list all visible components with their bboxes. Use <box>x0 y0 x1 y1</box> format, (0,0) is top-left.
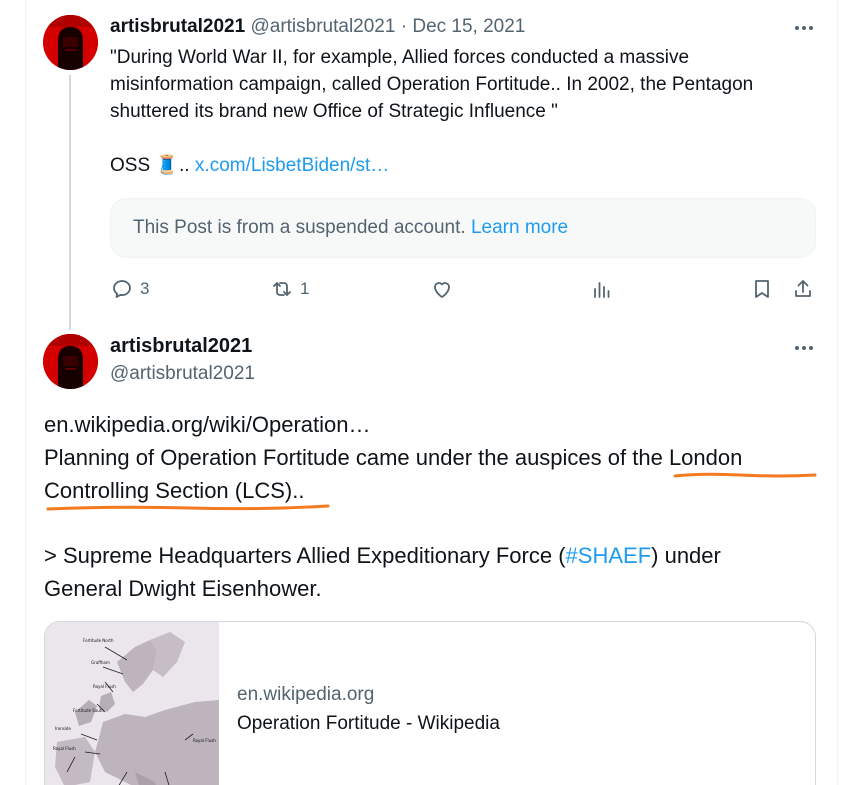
map-label: Royal Flush <box>93 684 116 689</box>
like-icon <box>434 282 450 298</box>
post1-header: artisbrutal2021 @artisbrutal2021 · Dec 1… <box>110 16 525 38</box>
link-preview-card[interactable]: Fortitude North Graffham Royal Flush For… <box>44 621 816 785</box>
map-label: Royal Flush <box>53 746 76 751</box>
post-date[interactable]: Dec 15, 2021 <box>412 16 525 37</box>
bookmark-icon <box>755 280 769 298</box>
learn-more-link[interactable]: Learn more <box>471 217 568 239</box>
timeline-border-right <box>837 0 838 785</box>
avatar-image <box>43 334 98 389</box>
share-button[interactable] <box>791 277 815 301</box>
reply-count: 3 <box>140 279 150 298</box>
map-thumbnail: Fortitude North Graffham Royal Flush For… <box>45 622 219 785</box>
repost-icon <box>273 282 291 296</box>
map-label: Fortitude South <box>73 708 104 713</box>
map-label: Royal Flush <box>193 738 216 743</box>
share-icon <box>795 280 811 297</box>
views-icon <box>594 282 610 298</box>
card-domain: en.wikipedia.org <box>237 684 375 705</box>
map-label: Ironside <box>55 726 71 731</box>
map-label: Graffham <box>91 660 110 665</box>
reply-icon <box>113 280 131 298</box>
handle[interactable]: @artisbrutal2021 <box>110 363 255 385</box>
separator: · <box>400 16 408 37</box>
display-name[interactable]: artisbrutal2021 <box>110 16 245 37</box>
thread-line <box>69 75 71 330</box>
avatar[interactable] <box>43 15 98 70</box>
europe-map-image: Fortitude North Graffham Royal Flush For… <box>45 622 219 785</box>
thread-emoji-icon: 🧵 <box>155 155 180 176</box>
suspended-text: This Post is from a suspended account. <box>133 217 466 238</box>
hashtag-link[interactable]: #SHAEF <box>566 543 652 568</box>
quote-suspended-notice: This Post is from a suspended account. L… <box>110 198 816 258</box>
underline-london <box>673 472 817 478</box>
bookmark-button[interactable] <box>750 277 774 301</box>
post2-link[interactable]: en.wikipedia.org/wiki/Operation… <box>44 408 371 441</box>
card-title: Operation Fortitude - Wikipedia <box>237 713 500 734</box>
like-button[interactable] <box>430 277 454 301</box>
post1-text: "During World War II, for example, Allie… <box>110 47 754 122</box>
post1-link[interactable]: x.com/LisbetBiden/st… <box>195 155 389 176</box>
timeline-border-left <box>25 0 26 785</box>
post2-line-4: General Dwight Eisenhower. <box>44 576 322 601</box>
post2-line-1b: f the London <box>620 445 743 470</box>
post2-line-3b: ) under <box>651 543 721 568</box>
avatar[interactable] <box>43 334 98 389</box>
avatar-image <box>43 15 98 70</box>
post2-line-3a: > Supreme Headquarters Allied Expedition… <box>44 543 566 568</box>
more-options-icon[interactable] <box>791 18 817 38</box>
handle[interactable]: @artisbrutal2021 <box>250 16 395 37</box>
post2-line-2: Controlling Section (LCS).. <box>44 478 305 503</box>
repost-button[interactable]: 1 <box>270 277 309 301</box>
post2-line-1a: Planning of Operation Fortitude came und… <box>44 445 621 470</box>
views-button[interactable] <box>590 277 614 301</box>
reply-button[interactable]: 3 <box>110 277 149 301</box>
post1-thread-link-line: OSS 🧵.. x.com/LisbetBiden/st… <box>110 153 389 177</box>
more-options-icon[interactable] <box>791 338 817 358</box>
display-name[interactable]: artisbrutal2021 <box>110 335 252 358</box>
repost-count: 1 <box>300 279 310 298</box>
post2-line-3: > Supreme Headquarters Allied Expedition… <box>44 539 721 572</box>
oss-label: OSS <box>110 155 151 176</box>
map-label: Fortitude North <box>83 638 114 643</box>
post2-line-1: Planning of Operation Fortitude came und… <box>44 441 742 474</box>
oss-dots: .. <box>179 155 190 176</box>
